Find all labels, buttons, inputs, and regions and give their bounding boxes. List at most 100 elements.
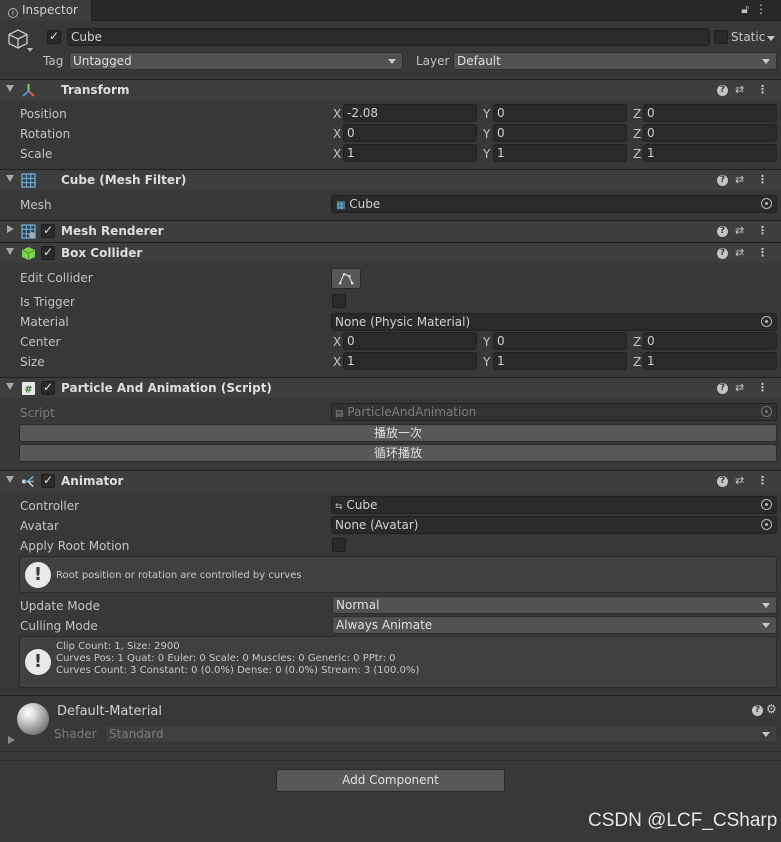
- preset-icon[interactable]: ⇄: [735, 82, 744, 98]
- lock-icon[interactable]: 🔓︎: [741, 2, 755, 16]
- update-mode-dropdown[interactable]: Normal: [332, 596, 777, 614]
- tab-menu-icon[interactable]: ⋮: [755, 2, 773, 16]
- scale-y-field[interactable]: 1: [493, 144, 627, 162]
- axis-y-label[interactable]: Y: [483, 354, 490, 370]
- root-motion-helpbox: ! Root position or rotation are controll…: [19, 556, 777, 593]
- layer-dropdown[interactable]: Default: [453, 52, 777, 70]
- object-picker-icon[interactable]: [761, 316, 772, 327]
- more-options-icon[interactable]: ⋮: [757, 245, 768, 261]
- controller-object-field[interactable]: ⇆ Cube: [331, 496, 777, 514]
- axis-y-label[interactable]: Y: [483, 106, 490, 122]
- foldout-arrow-icon[interactable]: [7, 225, 14, 233]
- help-icon[interactable]: ?: [717, 85, 728, 96]
- tag-dropdown[interactable]: Untagged: [69, 52, 403, 70]
- object-picker-icon[interactable]: [761, 519, 772, 530]
- edit-collider-button[interactable]: [331, 268, 361, 289]
- foldout-arrow-icon[interactable]: [6, 476, 14, 483]
- avatar-object-field[interactable]: None (Avatar): [331, 516, 777, 534]
- preset-icon[interactable]: ⇄: [735, 380, 744, 396]
- animator-enabled-checkbox[interactable]: [41, 473, 55, 488]
- scale-label: Scale: [20, 147, 53, 161]
- apply-root-motion-checkbox[interactable]: [332, 538, 346, 552]
- size-z-field[interactable]: 1: [643, 352, 777, 370]
- axis-y-label[interactable]: Y: [483, 146, 490, 162]
- preset-icon[interactable]: ⇄: [735, 223, 744, 239]
- center-y-field[interactable]: 0: [493, 332, 627, 350]
- mesh-renderer-header[interactable]: Mesh Renderer ? ⇄ ⋮: [0, 220, 781, 241]
- preset-icon[interactable]: ⇄: [735, 473, 744, 489]
- foldout-arrow-icon[interactable]: [6, 175, 14, 182]
- avatar-value: None (Avatar): [335, 518, 419, 532]
- transform-header[interactable]: Transform ? ⇄ ⋮: [0, 79, 781, 100]
- box-collider-header[interactable]: Box Collider ? ⇄ ⋮: [0, 242, 781, 263]
- axis-x-label[interactable]: X: [333, 334, 341, 350]
- axis-x-label[interactable]: X: [333, 146, 341, 162]
- size-x-field[interactable]: 1: [343, 352, 477, 370]
- static-label[interactable]: Static: [731, 29, 765, 45]
- physic-material-field[interactable]: None (Physic Material): [331, 313, 777, 331]
- inspector-tab[interactable]: i Inspector: [0, 0, 92, 21]
- axis-z-label[interactable]: Z: [633, 354, 641, 370]
- size-y-field[interactable]: 1: [493, 352, 627, 370]
- axis-x-label[interactable]: X: [333, 354, 341, 370]
- box-collider-enabled-checkbox[interactable]: [41, 245, 55, 260]
- material-preview-sphere[interactable]: [17, 703, 49, 735]
- gameobject-icon-dropdown[interactable]: [27, 48, 33, 52]
- rotation-y-field[interactable]: 0: [493, 124, 627, 142]
- foldout-arrow-icon[interactable]: [6, 383, 14, 390]
- culling-mode-dropdown[interactable]: Always Animate: [332, 616, 777, 634]
- script-component-header[interactable]: # Particle And Animation (Script) ? ⇄ ⋮: [0, 377, 781, 398]
- mesh-filter-header[interactable]: Cube (Mesh Filter) ? ⇄ ⋮: [0, 169, 781, 190]
- script-enabled-checkbox[interactable]: [41, 380, 55, 395]
- gameobject-active-checkbox[interactable]: [47, 29, 61, 44]
- script-object-field: ▤ ParticleAndAnimation: [331, 403, 777, 421]
- object-picker-icon[interactable]: [761, 198, 772, 209]
- animator-header[interactable]: Animator ? ⇄ ⋮: [0, 470, 781, 491]
- static-checkbox[interactable]: [714, 30, 728, 44]
- rotation-x-field[interactable]: 0: [343, 124, 477, 142]
- is-trigger-checkbox[interactable]: [332, 294, 346, 308]
- preset-icon[interactable]: ⇄: [735, 245, 744, 261]
- play-once-button[interactable]: 播放一次: [19, 424, 777, 442]
- center-x-field[interactable]: 0: [343, 332, 477, 350]
- scale-x-field[interactable]: 1: [343, 144, 477, 162]
- preset-icon[interactable]: ⇄: [735, 172, 744, 188]
- axis-x-label[interactable]: X: [333, 106, 341, 122]
- material-foldout-arrow-icon[interactable]: [8, 736, 15, 744]
- foldout-arrow-icon[interactable]: [6, 248, 14, 255]
- center-z-field[interactable]: 0: [643, 332, 777, 350]
- more-options-icon[interactable]: ⋮: [757, 380, 768, 396]
- help-icon[interactable]: ?: [717, 248, 728, 259]
- more-options-icon[interactable]: ⋮: [757, 223, 768, 239]
- more-options-icon[interactable]: ⋮: [757, 82, 768, 98]
- scale-z-field[interactable]: 1: [643, 144, 777, 162]
- settings-gear-icon[interactable]: ⚙: [766, 702, 777, 716]
- axis-y-label[interactable]: Y: [483, 334, 490, 350]
- help-icon[interactable]: ?: [752, 705, 763, 716]
- axis-z-label[interactable]: Z: [633, 146, 641, 162]
- position-z-field[interactable]: 0: [643, 104, 777, 122]
- axis-z-label[interactable]: Z: [633, 126, 641, 142]
- static-dropdown-icon[interactable]: [767, 36, 775, 41]
- foldout-arrow-icon[interactable]: [6, 85, 14, 92]
- help-icon[interactable]: ?: [717, 476, 728, 487]
- axis-x-label[interactable]: X: [333, 126, 341, 142]
- axis-z-label[interactable]: Z: [633, 106, 641, 122]
- object-picker-icon[interactable]: [761, 499, 772, 510]
- axis-y-label[interactable]: Y: [483, 126, 490, 142]
- mesh-renderer-enabled-checkbox[interactable]: [41, 223, 55, 238]
- help-icon[interactable]: ?: [717, 383, 728, 394]
- help-icon[interactable]: ?: [717, 226, 728, 237]
- help-icon[interactable]: ?: [717, 175, 728, 186]
- more-options-icon[interactable]: ⋮: [757, 172, 768, 188]
- loop-play-button[interactable]: 循环播放: [19, 444, 777, 462]
- position-y-field[interactable]: 0: [493, 104, 627, 122]
- edit-collider-label: Edit Collider: [20, 271, 93, 285]
- rotation-z-field[interactable]: 0: [643, 124, 777, 142]
- add-component-button[interactable]: Add Component: [276, 769, 505, 792]
- more-options-icon[interactable]: ⋮: [757, 473, 768, 489]
- position-x-field[interactable]: -2.08: [343, 104, 477, 122]
- gameobject-name-field[interactable]: Cube: [67, 28, 710, 46]
- axis-z-label[interactable]: Z: [633, 334, 641, 350]
- mesh-object-field[interactable]: ▦ Cube: [331, 195, 777, 213]
